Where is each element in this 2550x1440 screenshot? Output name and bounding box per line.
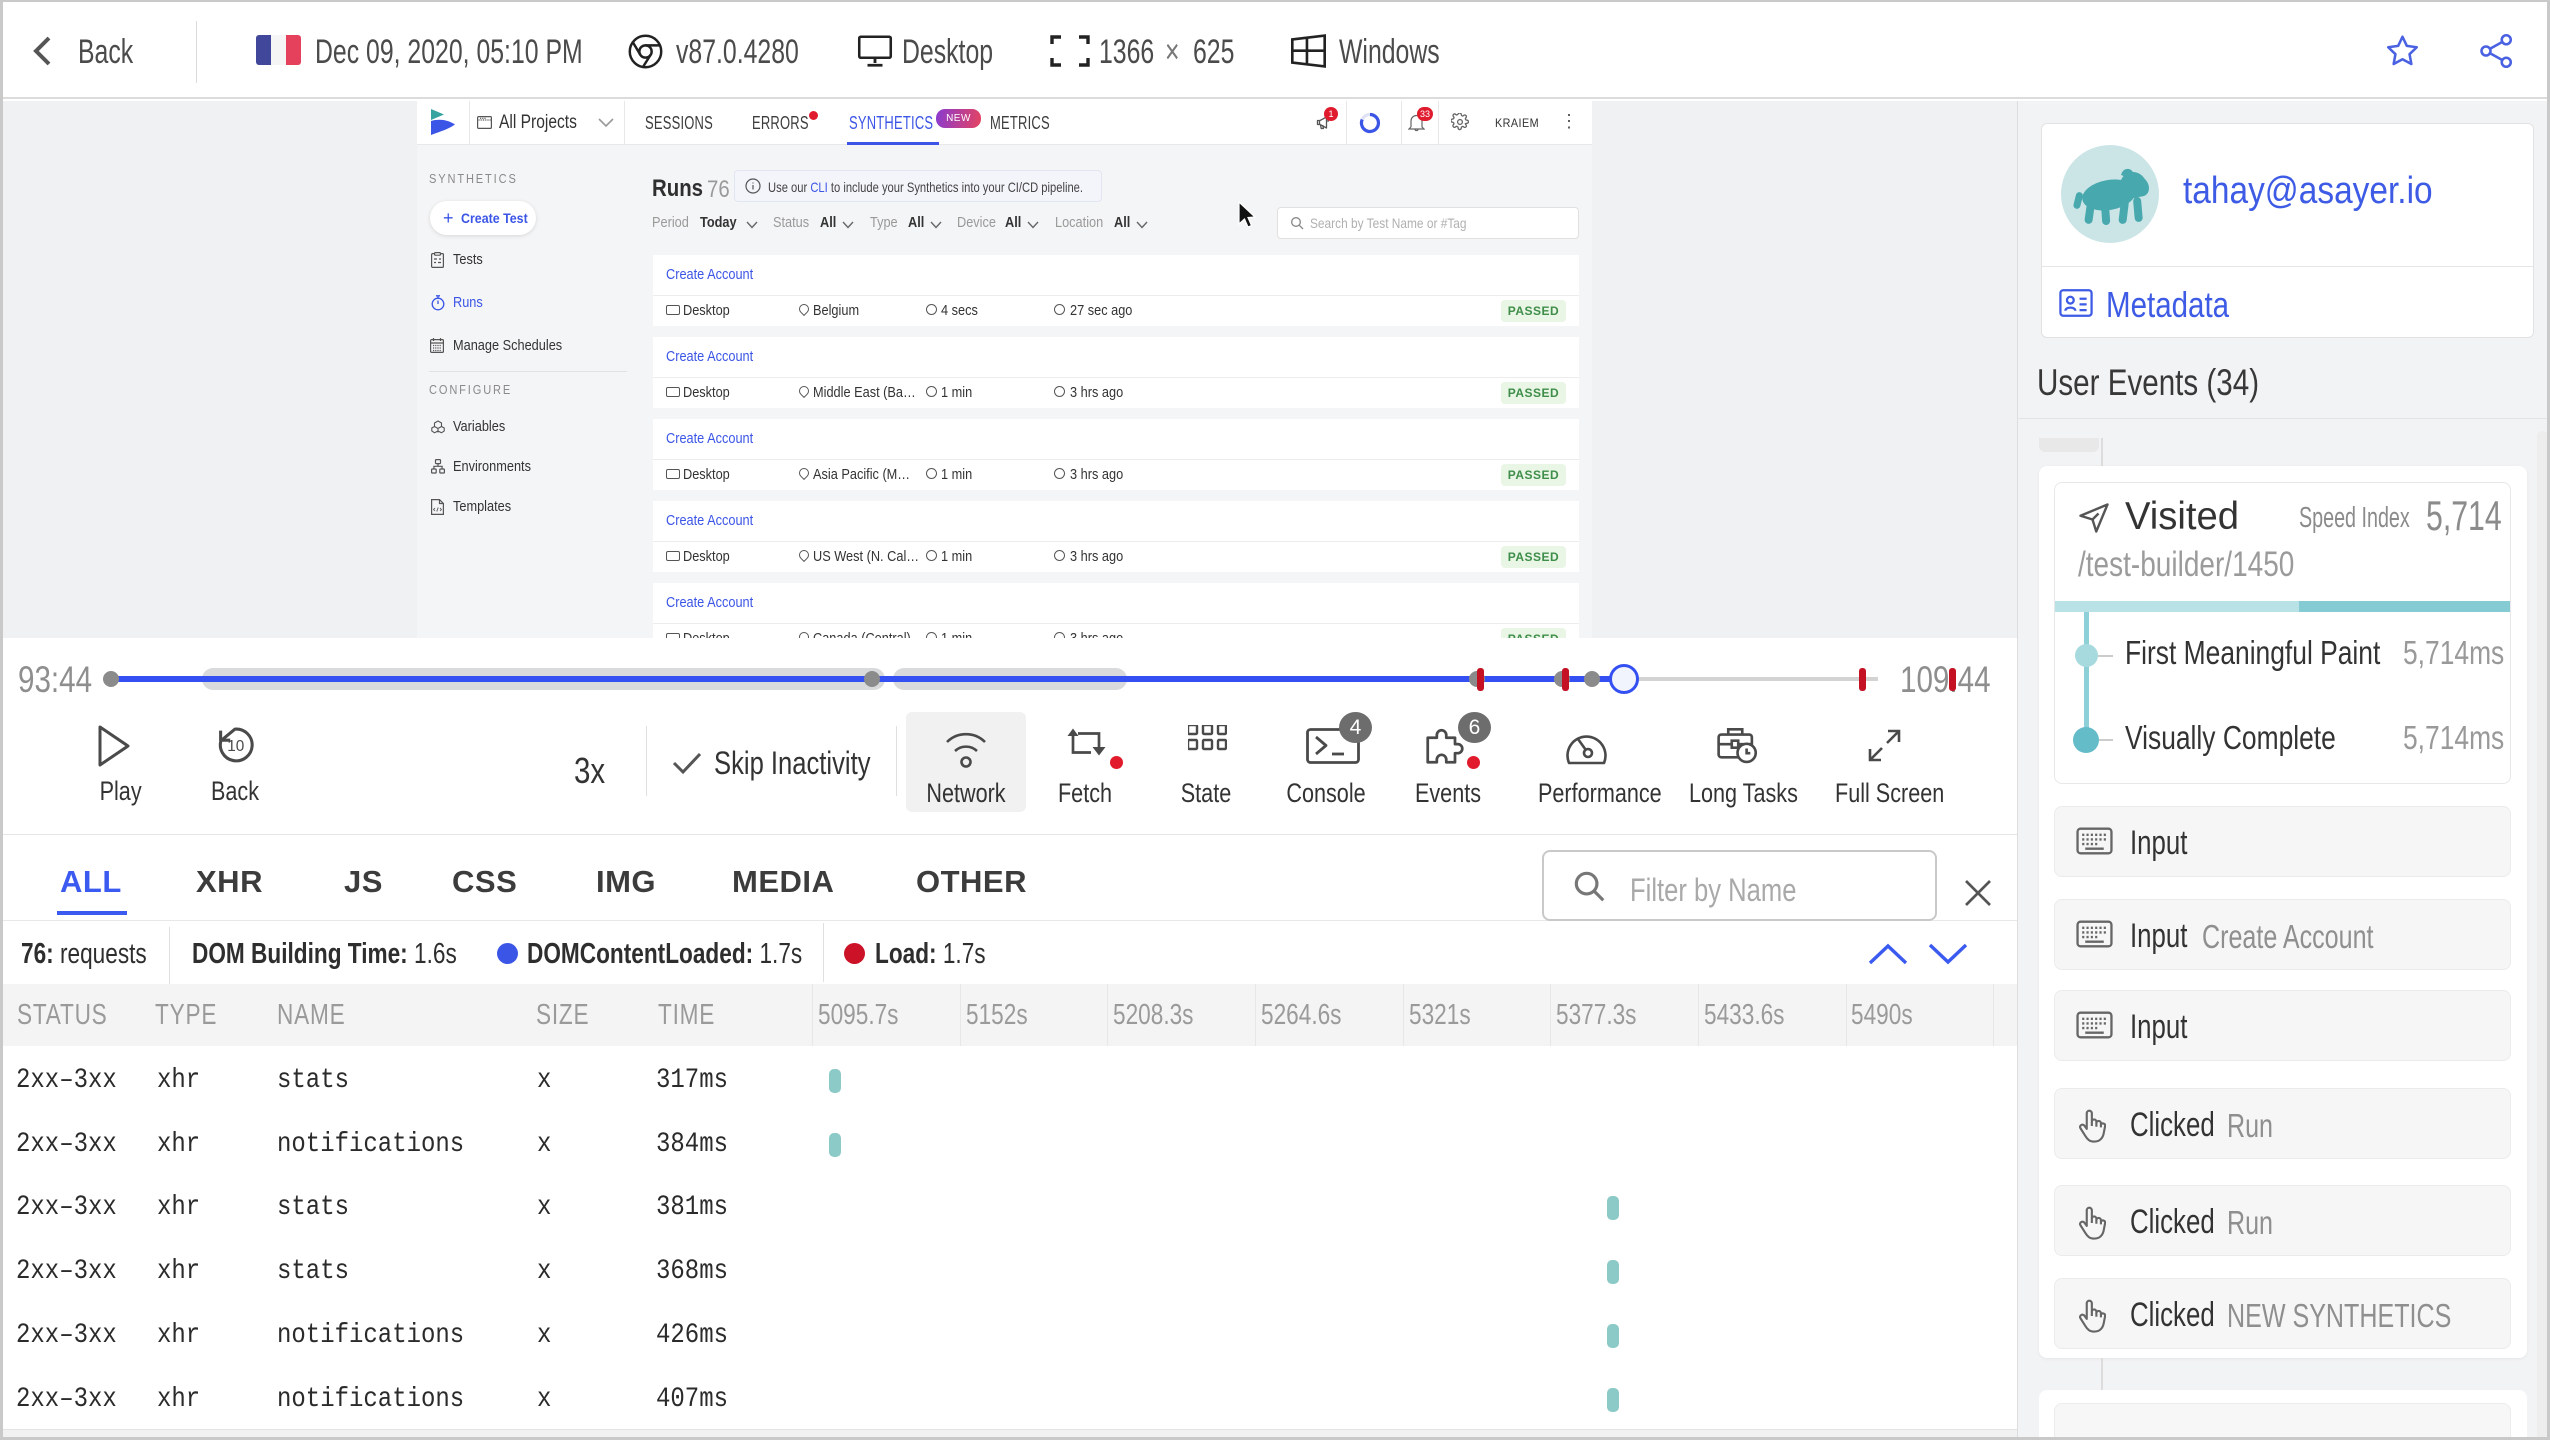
- svg-text:10: 10: [227, 738, 244, 755]
